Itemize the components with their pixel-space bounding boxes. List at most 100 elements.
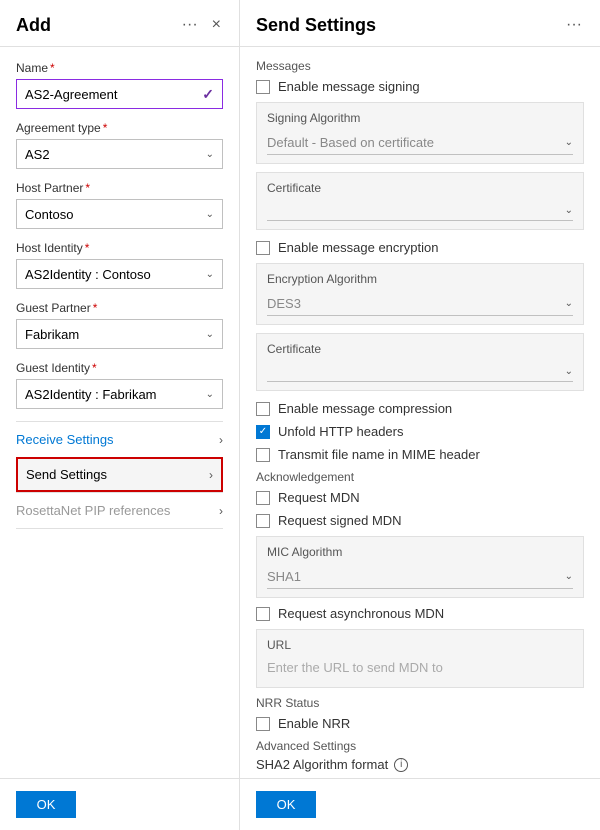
host-identity-label: Host Identity* [16, 241, 223, 255]
acknowledgement-label: Acknowledgement [256, 470, 584, 484]
signing-algorithm-dropdown[interactable]: Default - Based on certificate ⌄ [267, 131, 573, 155]
enable-nrr-checkbox[interactable] [256, 717, 270, 731]
url-label: URL [267, 638, 573, 652]
left-panel-title: Add [16, 15, 51, 36]
rosettanet-chevron-icon: › [219, 504, 223, 518]
enable-compression-row: Enable message compression [256, 401, 584, 416]
request-signed-mdn-checkbox[interactable] [256, 514, 270, 528]
right-body: Messages Enable message signing Signing … [240, 47, 600, 778]
left-ellipsis-button[interactable]: ··· [180, 14, 200, 36]
left-header: Add ··· × [0, 0, 239, 47]
request-signed-mdn-row: Request signed MDN [256, 513, 584, 528]
left-ok-button[interactable]: OK [16, 791, 76, 818]
signing-algorithm-chevron-icon: ⌄ [565, 137, 573, 148]
request-mdn-checkbox[interactable] [256, 491, 270, 505]
enable-encryption-label: Enable message encryption [278, 240, 438, 255]
nrr-status-label: NRR Status [256, 696, 584, 710]
unfold-http-checkbox[interactable] [256, 425, 270, 439]
enable-signing-label: Enable message signing [278, 79, 420, 94]
sha2-row: SHA2 Algorithm format i [256, 757, 584, 772]
right-ok-button[interactable]: OK [256, 791, 316, 818]
sha2-info-icon[interactable]: i [394, 758, 408, 772]
request-mdn-label: Request MDN [278, 490, 360, 505]
guest-partner-field-group: Guest Partner* Fabrikam ⌄ [16, 301, 223, 349]
signing-certificate-section: Certificate ⌄ [256, 172, 584, 230]
mic-algorithm-chevron-icon: ⌄ [565, 571, 573, 582]
enable-signing-checkbox[interactable] [256, 80, 270, 94]
request-signed-mdn-label: Request signed MDN [278, 513, 402, 528]
receive-settings-chevron-icon: › [219, 433, 223, 447]
guest-partner-dropdown[interactable]: Fabrikam ⌄ [16, 319, 223, 349]
agreement-type-field-group: Agreement type* AS2 ⌄ [16, 121, 223, 169]
name-input[interactable]: AS2-Agreement ✓ [16, 79, 223, 109]
left-header-actions: ··· × [180, 14, 223, 36]
encryption-certificate-chevron-icon: ⌄ [565, 366, 573, 377]
request-async-mdn-checkbox[interactable] [256, 607, 270, 621]
enable-encryption-row: Enable message encryption [256, 240, 584, 255]
enable-encryption-checkbox[interactable] [256, 241, 270, 255]
enable-compression-checkbox[interactable] [256, 402, 270, 416]
enable-signing-row: Enable message signing [256, 79, 584, 94]
left-body: Name* AS2-Agreement ✓ Agreement type* AS… [0, 47, 239, 778]
signing-certificate-dropdown[interactable]: ⌄ [267, 201, 573, 221]
encryption-algorithm-label: Encryption Algorithm [267, 272, 573, 286]
rosettanet-nav[interactable]: RosettaNet PIP references › [16, 492, 223, 529]
request-async-mdn-label: Request asynchronous MDN [278, 606, 444, 621]
right-footer: OK [240, 778, 600, 830]
url-input[interactable]: Enter the URL to send MDN to [267, 656, 573, 679]
agreement-type-chevron-icon: ⌄ [206, 149, 214, 160]
encryption-algorithm-section: Encryption Algorithm DES3 ⌄ [256, 263, 584, 325]
right-ellipsis-button[interactable]: ··· [564, 14, 584, 36]
host-identity-chevron-icon: ⌄ [206, 269, 214, 280]
right-panel: Send Settings ··· Messages Enable messag… [240, 0, 600, 830]
transmit-filename-label: Transmit file name in MIME header [278, 447, 480, 462]
check-icon: ✓ [202, 86, 214, 103]
guest-identity-chevron-icon: ⌄ [206, 389, 214, 400]
send-settings-chevron-icon: › [209, 468, 213, 482]
request-mdn-row: Request MDN [256, 490, 584, 505]
url-section: URL Enter the URL to send MDN to [256, 629, 584, 688]
messages-section-label: Messages [256, 59, 584, 73]
left-footer: OK [0, 778, 239, 830]
guest-partner-label: Guest Partner* [16, 301, 223, 315]
encryption-algorithm-dropdown[interactable]: DES3 ⌄ [267, 292, 573, 316]
enable-nrr-label: Enable NRR [278, 716, 350, 731]
host-identity-field-group: Host Identity* AS2Identity : Contoso ⌄ [16, 241, 223, 289]
encryption-certificate-section: Certificate ⌄ [256, 333, 584, 391]
guest-partner-chevron-icon: ⌄ [206, 329, 214, 340]
name-label: Name* [16, 61, 223, 75]
sha2-algorithm-label: SHA2 Algorithm format [256, 757, 388, 772]
enable-nrr-row: Enable NRR [256, 716, 584, 731]
host-identity-dropdown[interactable]: AS2Identity : Contoso ⌄ [16, 259, 223, 289]
guest-identity-label: Guest Identity* [16, 361, 223, 375]
receive-settings-nav[interactable]: Receive Settings › [16, 421, 223, 457]
agreement-type-dropdown[interactable]: AS2 ⌄ [16, 139, 223, 169]
enable-compression-label: Enable message compression [278, 401, 452, 416]
right-panel-title: Send Settings [256, 15, 376, 36]
encryption-algorithm-chevron-icon: ⌄ [565, 298, 573, 309]
encryption-certificate-dropdown[interactable]: ⌄ [267, 362, 573, 382]
left-panel: Add ··· × Name* AS2-Agreement ✓ Agreemen… [0, 0, 240, 830]
mic-algorithm-dropdown[interactable]: SHA1 ⌄ [267, 565, 573, 589]
request-async-mdn-row: Request asynchronous MDN [256, 606, 584, 621]
name-field-group: Name* AS2-Agreement ✓ [16, 61, 223, 109]
unfold-http-row: Unfold HTTP headers [256, 424, 584, 439]
agreement-type-label: Agreement type* [16, 121, 223, 135]
advanced-settings-label: Advanced Settings [256, 739, 584, 753]
host-partner-chevron-icon: ⌄ [206, 209, 214, 220]
signing-algorithm-section: Signing Algorithm Default - Based on cer… [256, 102, 584, 164]
guest-identity-dropdown[interactable]: AS2Identity : Fabrikam ⌄ [16, 379, 223, 409]
send-settings-nav[interactable]: Send Settings › [16, 457, 223, 492]
signing-certificate-label: Certificate [267, 181, 573, 195]
close-button[interactable]: × [210, 14, 223, 36]
signing-algorithm-label: Signing Algorithm [267, 111, 573, 125]
guest-identity-field-group: Guest Identity* AS2Identity : Fabrikam ⌄ [16, 361, 223, 409]
transmit-filename-checkbox[interactable] [256, 448, 270, 462]
host-partner-label: Host Partner* [16, 181, 223, 195]
right-header: Send Settings ··· [240, 0, 600, 47]
host-partner-field-group: Host Partner* Contoso ⌄ [16, 181, 223, 229]
host-partner-dropdown[interactable]: Contoso ⌄ [16, 199, 223, 229]
mic-algorithm-section: MIC Algorithm SHA1 ⌄ [256, 536, 584, 598]
unfold-http-label: Unfold HTTP headers [278, 424, 404, 439]
signing-certificate-chevron-icon: ⌄ [565, 205, 573, 216]
